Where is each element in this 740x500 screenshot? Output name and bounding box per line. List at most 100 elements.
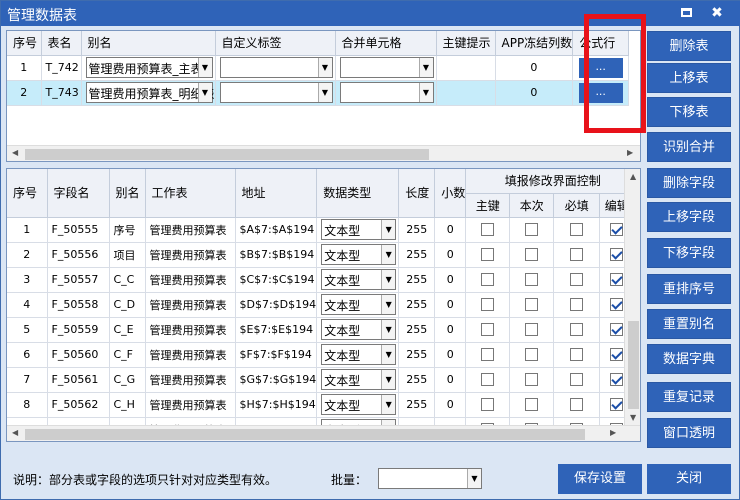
this-time-checkbox[interactable] (525, 223, 539, 237)
editable-checkbox[interactable] (610, 373, 624, 387)
field-alias[interactable]: C_H (109, 392, 146, 418)
field-decimals[interactable]: 0 (434, 392, 467, 418)
field-decimals[interactable]: 0 (434, 367, 467, 393)
required-checkbox[interactable] (570, 348, 584, 362)
table-row[interactable]: 8 F_50562 C_H 管理费用预算表 $H$7:$H$194 文本型 ▼ 255 0 (7, 392, 635, 418)
side-button[interactable]: 重置别名 (647, 309, 731, 339)
this-time-checkbox[interactable] (525, 348, 539, 362)
scroll-thumb[interactable] (25, 429, 585, 440)
data-type-select[interactable]: 文本型 ▼ (321, 369, 397, 390)
data-type-cell[interactable]: 文本型 ▼ (316, 242, 400, 268)
custom-tag-cell[interactable]: ▼ (215, 55, 336, 81)
merge-cell-cell[interactable]: ▼ (335, 80, 437, 106)
side-button[interactable]: 数据字典 (647, 344, 731, 374)
table-row[interactable]: 1 T_742 管理费用预算表_主表 ▼ ▼ ▼ 0... (7, 55, 630, 81)
freeze-columns[interactable]: 0 (495, 55, 574, 81)
this-time-checkbox[interactable] (525, 323, 539, 337)
editable-checkbox[interactable] (610, 323, 624, 337)
scroll-thumb[interactable] (628, 321, 639, 409)
table-row[interactable]: 2 T_743 管理费用预算表_明细表 ▼ ▼ ▼ 0... (7, 80, 630, 106)
side-button[interactable]: 上移字段 (647, 202, 731, 232)
editable-checkbox[interactable] (610, 398, 624, 412)
data-type-select[interactable]: 文本型 ▼ (321, 269, 397, 290)
top-horizontal-scrollbar[interactable]: ◀ ▶ (7, 145, 640, 161)
table-row[interactable]: 6 F_50560 C_F 管理费用预算表 $F$7:$F$194 文本型 ▼ 255 0 (7, 342, 635, 368)
scroll-left-icon[interactable]: ◀ (12, 148, 18, 157)
this-time-cell[interactable] (509, 392, 555, 418)
field-alias[interactable]: C_G (109, 367, 146, 393)
alias-select[interactable]: 管理费用预算表_明细表 ▼ (85, 82, 214, 103)
this-time-checkbox[interactable] (525, 273, 539, 287)
data-type-select[interactable]: 文本型 ▼ (321, 344, 397, 365)
side-button[interactable]: 删除表 (647, 31, 731, 61)
field-length[interactable]: 255 (398, 342, 436, 368)
save-settings-button[interactable]: 保存设置 (558, 464, 642, 494)
this-time-cell[interactable] (509, 267, 555, 293)
this-time-cell[interactable] (509, 217, 555, 243)
editable-checkbox[interactable] (610, 298, 624, 312)
data-type-cell[interactable]: 文本型 ▼ (316, 392, 400, 418)
required-checkbox[interactable] (570, 373, 584, 387)
merge-cell-select[interactable]: ▼ (339, 57, 434, 78)
field-length[interactable]: 255 (398, 242, 436, 268)
required-checkbox[interactable] (570, 223, 584, 237)
scroll-right-icon[interactable]: ▶ (627, 148, 633, 157)
editable-checkbox[interactable] (610, 248, 624, 262)
data-type-select[interactable]: 文本型 ▼ (321, 319, 397, 340)
field-decimals[interactable]: 0 (434, 267, 467, 293)
table-row[interactable]: 7 F_50561 C_G 管理费用预算表 $G$7:$G$194 文本型 ▼ 255 0 (7, 367, 635, 393)
scroll-thumb[interactable] (25, 149, 429, 160)
field-alias[interactable]: 项目 (109, 242, 146, 268)
primary-key-cell[interactable] (465, 342, 511, 368)
field-length[interactable]: 255 (398, 392, 436, 418)
alias-cell[interactable]: 管理费用预算表_明细表 ▼ (81, 80, 216, 106)
primary-key-checkbox[interactable] (481, 223, 495, 237)
this-time-cell[interactable] (509, 342, 555, 368)
data-type-select[interactable]: 文本型 ▼ (321, 294, 397, 315)
primary-key-cell[interactable] (465, 217, 511, 243)
field-decimals[interactable]: 0 (434, 242, 467, 268)
editable-checkbox[interactable] (610, 348, 624, 362)
required-checkbox[interactable] (570, 273, 584, 287)
data-type-cell[interactable]: 文本型 ▼ (316, 217, 400, 243)
required-cell[interactable] (553, 367, 601, 393)
field-alias[interactable]: C_E (109, 317, 146, 343)
primary-key-checkbox[interactable] (481, 398, 495, 412)
data-type-cell[interactable]: 文本型 ▼ (316, 317, 400, 343)
side-button[interactable]: 下移表 (647, 97, 731, 127)
field-decimals[interactable]: 0 (434, 292, 467, 318)
scroll-down-icon[interactable]: ▼ (630, 413, 636, 422)
side-button[interactable]: 上移表 (647, 63, 731, 93)
alias-cell[interactable]: 管理费用预算表_主表 ▼ (81, 55, 216, 81)
primary-key-hint[interactable] (436, 80, 496, 106)
field-decimals[interactable]: 0 (434, 342, 467, 368)
primary-key-hint[interactable] (436, 55, 496, 81)
field-length[interactable]: 255 (398, 217, 436, 243)
field-decimals[interactable]: 0 (434, 217, 467, 243)
field-length[interactable]: 255 (398, 267, 436, 293)
close-window-button[interactable]: ✖ (707, 4, 727, 22)
field-alias[interactable]: C_F (109, 342, 146, 368)
required-checkbox[interactable] (570, 248, 584, 262)
bottom-vertical-scrollbar[interactable]: ▲ ▼ (624, 169, 640, 425)
required-cell[interactable] (553, 217, 601, 243)
side-button[interactable]: 重排序号 (647, 274, 731, 304)
table-row[interactable]: 1 F_50555 序号 管理费用预算表 $A$7:$A$194 文本型 ▼ 255 0 (7, 217, 635, 243)
side-button[interactable]: 删除字段 (647, 168, 731, 198)
side-button[interactable]: 下移字段 (647, 238, 731, 268)
field-alias[interactable]: 序号 (109, 217, 146, 243)
primary-key-cell[interactable] (465, 292, 511, 318)
table-row[interactable]: 5 F_50559 C_E 管理费用预算表 $E$7:$E$194 文本型 ▼ 255 0 (7, 317, 635, 343)
required-checkbox[interactable] (570, 298, 584, 312)
required-checkbox[interactable] (570, 398, 584, 412)
data-type-cell[interactable]: 文本型 ▼ (316, 342, 400, 368)
field-alias[interactable]: C_D (109, 292, 146, 318)
custom-tag-select[interactable]: ▼ (219, 57, 333, 78)
batch-select[interactable]: ▼ (378, 468, 482, 489)
primary-key-checkbox[interactable] (481, 323, 495, 337)
primary-key-checkbox[interactable] (481, 273, 495, 287)
custom-tag-cell[interactable]: ▼ (215, 80, 336, 106)
this-time-checkbox[interactable] (525, 373, 539, 387)
this-time-checkbox[interactable] (525, 398, 539, 412)
required-checkbox[interactable] (570, 323, 584, 337)
